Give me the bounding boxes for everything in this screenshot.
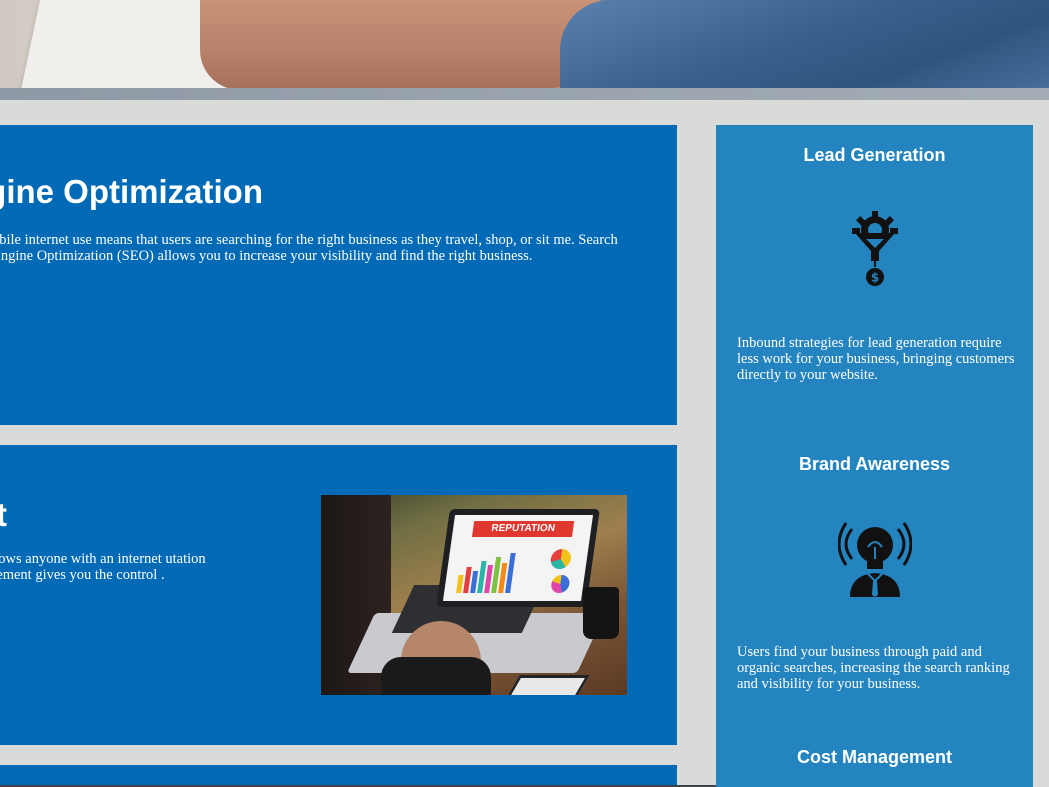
services-sidebar: Lead Generation $ Inbound strategies for… <box>716 125 1033 787</box>
reputation-screen-label: REPUTATION <box>471 521 575 537</box>
reputation-card-text: edia allows anyone with an internet utat… <box>0 551 206 583</box>
seo-card <box>0 125 677 425</box>
seo-card-text: obile internet use means that users are … <box>0 232 618 264</box>
lead-generation-text: Inbound strategies for lead generation r… <box>737 335 1015 383</box>
lightbulb-head-broadcast-icon <box>838 522 912 597</box>
svg-text:$: $ <box>871 271 879 285</box>
brand-awareness-text: Users find your business through paid an… <box>737 644 1010 692</box>
seo-card-title: ngine Optimization <box>0 173 263 210</box>
page: ngine Optimization obile internet use me… <box>0 0 1049 787</box>
lead-generation-heading: Lead Generation <box>803 145 946 165</box>
reputation-photo: REPUTATION <box>321 495 627 695</box>
reputation-card-title: t <box>0 496 7 533</box>
hero-image <box>0 0 1049 100</box>
next-card <box>0 765 677 787</box>
brand-awareness-heading: Brand Awareness <box>798 454 951 474</box>
cost-management-heading: Cost Management <box>796 747 953 767</box>
funnel-gear-dollar-icon: $ <box>852 211 898 286</box>
